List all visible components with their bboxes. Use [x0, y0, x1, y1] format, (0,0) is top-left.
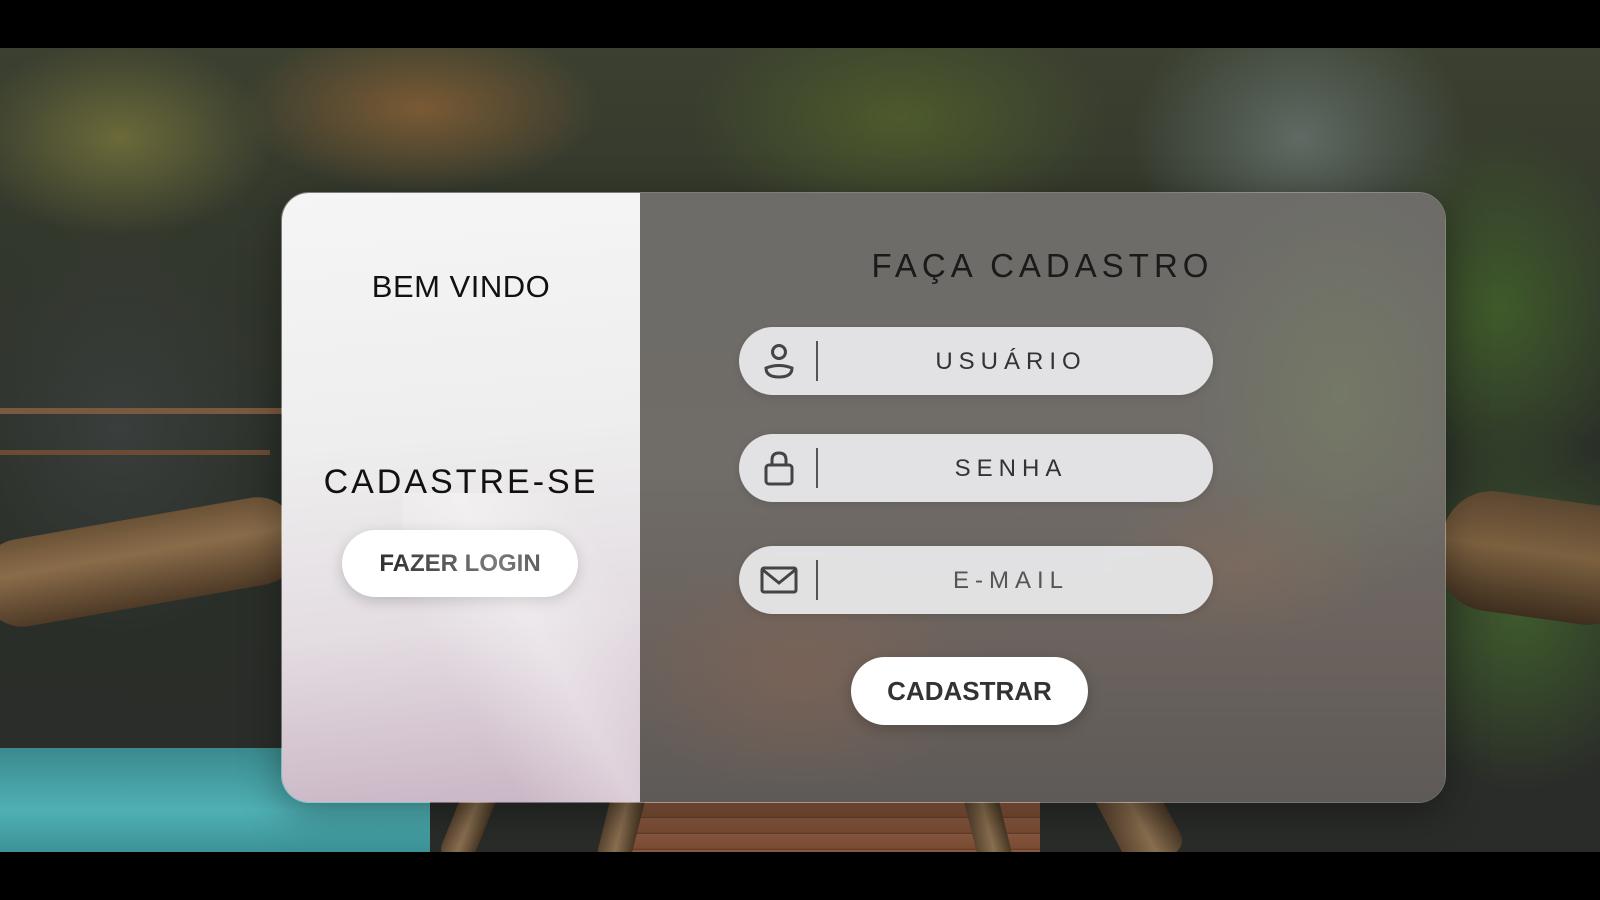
signup-submit-button[interactable]: CADASTRAR	[851, 657, 1088, 725]
signup-card: BEM VINDO CADASTRE-SE FAZER LOGIN FAÇA C…	[281, 192, 1446, 803]
password-input[interactable]	[819, 434, 1203, 504]
mail-icon	[760, 566, 798, 594]
form-title: FAÇA CADASTRO	[871, 247, 1214, 284]
lock-icon	[764, 451, 794, 486]
background-railing	[0, 408, 290, 414]
field-divider	[816, 341, 818, 381]
welcome-panel: BEM VINDO CADASTRE-SE FAZER LOGIN	[282, 193, 662, 802]
welcome-title: BEM VINDO	[371, 269, 551, 304]
background-scene: BEM VINDO CADASTRE-SE FAZER LOGIN FAÇA C…	[0, 48, 1600, 852]
password-field[interactable]	[739, 434, 1213, 504]
email-input[interactable]	[819, 546, 1203, 616]
background-railing-lower	[0, 450, 270, 455]
signup-form-panel: FAÇA CADASTRO USUÁRIO E-MAIL CADASTRAR	[640, 193, 1445, 802]
signup-heading: CADASTRE-SE	[323, 463, 599, 501]
field-divider	[816, 448, 818, 488]
user-icon	[764, 344, 794, 379]
field-divider	[816, 560, 818, 600]
username-field[interactable]	[739, 327, 1213, 397]
login-button[interactable]: FAZER LOGIN	[342, 530, 578, 597]
email-field[interactable]	[739, 546, 1213, 616]
username-input[interactable]	[819, 327, 1203, 397]
